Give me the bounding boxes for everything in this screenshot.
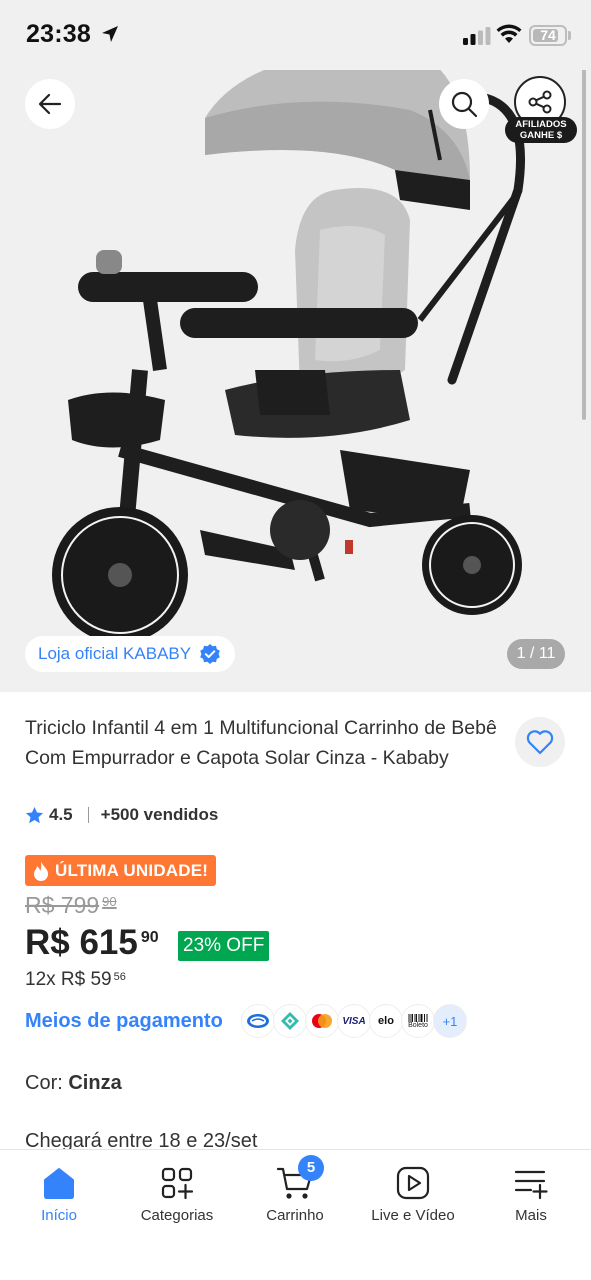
tab-carrinho[interactable]: 5 Carrinho	[236, 1155, 354, 1224]
color-value: Cinza	[68, 1072, 122, 1094]
star-icon	[25, 806, 44, 823]
current-price-int: R$ 615	[25, 923, 138, 962]
color-selector[interactable]: Cor: Cinza	[25, 1072, 122, 1095]
battery-icon: 74	[529, 25, 567, 46]
original-price-int: R$ 799	[25, 892, 100, 918]
cellular-signal-icon	[463, 27, 491, 45]
installments-cents: 56	[113, 971, 126, 983]
favorite-button[interactable]	[515, 717, 565, 767]
bottom-tab-bar: Início Categorias 5 Carrinho Live e Víde…	[0, 1149, 591, 1280]
installments: 12x R$ 59 56	[25, 969, 126, 991]
current-price: R$ 615 90	[25, 923, 159, 963]
wifi-icon	[496, 24, 522, 43]
arrow-left-icon	[38, 93, 62, 115]
fire-icon	[34, 860, 48, 881]
categories-icon	[161, 1167, 194, 1200]
heart-icon	[526, 730, 554, 755]
location-arrow-icon	[102, 26, 118, 42]
battery-level: 74	[540, 27, 556, 43]
status-bar: 23:38 74	[0, 0, 591, 70]
last-unit-badge: ÚLTIMA UNIDADE!	[25, 855, 217, 886]
battery-tip	[568, 31, 571, 40]
mercado-pago-icon	[241, 1004, 275, 1038]
affiliate-badge-line2: GANHE $	[519, 130, 563, 141]
tab-carrinho-label: Carrinho	[266, 1207, 324, 1224]
home-icon	[44, 1168, 74, 1199]
tab-inicio-label: Início	[41, 1207, 77, 1224]
share-icon	[528, 90, 552, 114]
current-price-cents: 90	[140, 929, 159, 946]
search-button[interactable]	[439, 79, 489, 129]
rating-value: 4.5	[49, 805, 73, 824]
tab-live-e-video-label: Live e Vídeo	[371, 1207, 455, 1224]
gallery-scrollbar[interactable]	[582, 70, 586, 420]
color-label: Cor:	[25, 1072, 63, 1094]
boleto-label: Boleto	[408, 1021, 428, 1029]
visa-icon: VISA	[337, 1004, 371, 1038]
cart-count-badge: 5	[298, 1155, 324, 1181]
rating-divider	[87, 807, 89, 823]
official-store-link[interactable]: Loja oficial KABABY	[25, 636, 236, 672]
original-price: R$ 799 90	[25, 892, 117, 919]
affiliate-badge: AFILIADOS GANHE $	[505, 117, 577, 143]
affiliate-badge-line1: AFILIADOS	[515, 119, 567, 130]
image-counter: 1 / 11	[507, 639, 565, 669]
tab-categorias[interactable]: Categorias	[118, 1163, 236, 1224]
tab-mais-label: Mais	[515, 1207, 547, 1224]
affiliate-share[interactable]: AFILIADOS GANHE $	[505, 76, 577, 143]
menu-plus-icon	[514, 1170, 548, 1200]
play-video-icon	[396, 1166, 430, 1200]
mastercard-icon	[305, 1004, 339, 1038]
search-icon	[451, 91, 478, 118]
sold-count: +500 vendidos	[100, 805, 219, 824]
tab-inicio[interactable]: Início	[0, 1163, 118, 1224]
tab-categorias-label: Categorias	[140, 1207, 214, 1224]
tab-live-e-video[interactable]: Live e Vídeo	[354, 1163, 472, 1224]
back-button[interactable]	[25, 79, 75, 129]
payment-methods-link[interactable]: Meios de pagamento	[25, 1010, 223, 1033]
verified-badge-icon	[200, 644, 220, 664]
more-payment-methods[interactable]: +1	[433, 1004, 467, 1038]
payment-icons[interactable]: VISA elo Boleto +1	[241, 1004, 467, 1038]
tab-mais[interactable]: Mais	[472, 1163, 590, 1224]
boleto-icon: Boleto	[401, 1004, 435, 1038]
product-image-tricycle[interactable]	[0, 70, 591, 692]
product-title: Triciclo Infantil 4 em 1 Multifuncional …	[25, 717, 497, 769]
last-unit-text: ÚLTIMA UNIDADE!	[55, 860, 209, 880]
pix-icon	[273, 1004, 307, 1038]
discount-badge: 23% OFF	[178, 931, 270, 961]
elo-icon: elo	[369, 1004, 403, 1038]
store-label: Loja oficial KABABY	[38, 644, 192, 663]
installments-int: 12x R$ 59	[25, 969, 112, 990]
status-time: 23:38	[26, 20, 91, 48]
product-gallery[interactable]: AFILIADOS GANHE $ Loja oficial KABABY 1 …	[0, 70, 591, 692]
original-price-cents: 90	[102, 894, 117, 909]
rating-row[interactable]: 4.5 +500 vendidos	[25, 805, 218, 825]
